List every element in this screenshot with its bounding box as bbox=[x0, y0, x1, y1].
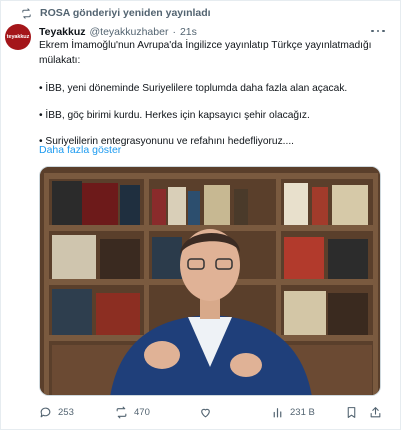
media-video[interactable] bbox=[39, 166, 381, 396]
bookmark-button[interactable] bbox=[345, 404, 358, 420]
tweet-intro: Ekrem İmamoğlu'nun Avrupa'da İngilizce y… bbox=[39, 40, 372, 66]
heart-icon bbox=[201, 408, 210, 417]
reply-button[interactable]: 253 bbox=[39, 404, 74, 420]
repost-text: ROSA gönderiyi yeniden yayınladı bbox=[40, 7, 211, 19]
author-name[interactable]: Teyakkuz bbox=[39, 26, 86, 38]
views-icon bbox=[273, 407, 282, 417]
tweet-time[interactable]: 21s bbox=[180, 26, 197, 38]
like-button[interactable] bbox=[199, 404, 218, 420]
reply-icon bbox=[40, 407, 51, 417]
avatar-text: teyakkuz bbox=[6, 34, 30, 40]
bookmark-icon bbox=[347, 406, 356, 418]
tweet-bullet: • İBB, yeni döneminde Suriyelilere toplu… bbox=[39, 83, 348, 94]
repost-context[interactable]: ROSA gönderiyi yeniden yayınladı bbox=[21, 6, 211, 20]
share-icon bbox=[370, 406, 381, 417]
avatar[interactable]: teyakkuz bbox=[5, 24, 31, 50]
views-count: 231 B bbox=[290, 406, 315, 418]
tweet-header: Teyakkuz @teyakkuzhaber · 21s bbox=[39, 25, 370, 39]
reply-count: 253 bbox=[58, 406, 74, 418]
author-handle[interactable]: @teyakkuzhaber bbox=[90, 26, 169, 38]
repost-button[interactable]: 470 bbox=[115, 404, 150, 420]
repost-count: 470 bbox=[134, 406, 150, 418]
more-options-icon[interactable] bbox=[371, 26, 385, 36]
views-button[interactable]: 231 B bbox=[271, 404, 315, 420]
tweet-card[interactable]: ROSA gönderiyi yeniden yayınladı teyakku… bbox=[0, 0, 401, 430]
action-bar: 253 470 231 B bbox=[39, 404, 389, 420]
show-more-link[interactable]: Daha fazla göster bbox=[39, 144, 121, 156]
tweet-bullet: • İBB, göç birimi kurdu. Herkes için kap… bbox=[39, 109, 310, 121]
repost-icon bbox=[22, 7, 31, 19]
share-button[interactable] bbox=[369, 404, 382, 420]
header-separator: · bbox=[172, 26, 176, 38]
repost-icon bbox=[116, 406, 127, 418]
video-frame bbox=[40, 167, 380, 395]
